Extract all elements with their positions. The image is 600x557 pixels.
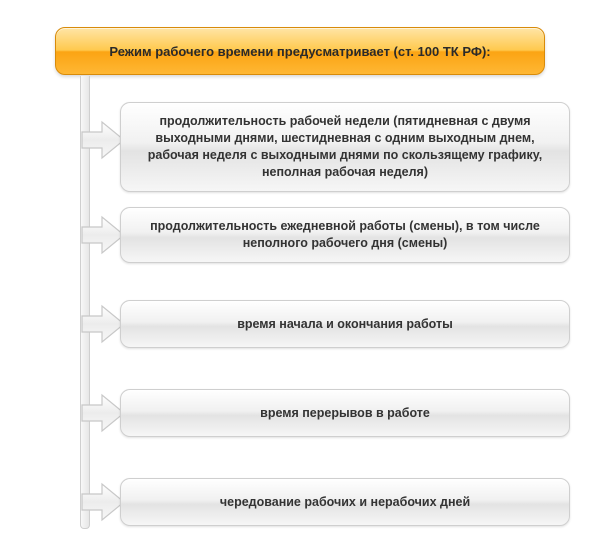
diagram-item-text: время начала и окончания работы [237,316,453,333]
diagram-header-text: Режим рабочего времени предусматривает (… [109,44,490,59]
diagram-item: чередование рабочих и нерабочих дней [120,478,570,526]
diagram-item: продолжительность ежедневной работы (сме… [120,207,570,263]
diagram-item-text: чередование рабочих и нерабочих дней [220,494,470,511]
diagram-header: Режим рабочего времени предусматривает (… [55,27,545,75]
diagram-item-text: продолжительность ежедневной работы (сме… [139,218,551,252]
diagram-item: время начала и окончания работы [120,300,570,348]
diagram-canvas: Режим рабочего времени предусматривает (… [0,0,600,557]
diagram-item-text: продолжительность рабочей недели (пятидн… [139,113,551,181]
diagram-item-text: время перерывов в работе [260,405,430,422]
diagram-item: время перерывов в работе [120,389,570,437]
diagram-item: продолжительность рабочей недели (пятидн… [120,102,570,192]
